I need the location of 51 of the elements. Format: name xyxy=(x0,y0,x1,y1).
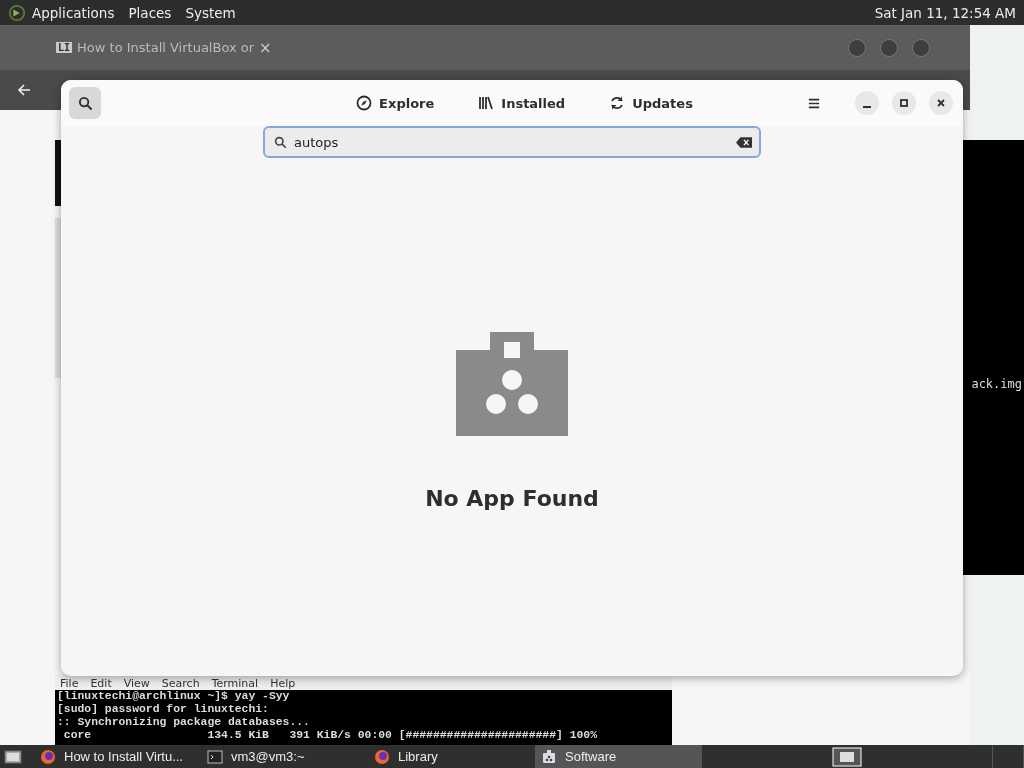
minimize-button[interactable] xyxy=(855,91,879,115)
empty-state-title: No App Found xyxy=(425,486,599,511)
view-tab[interactable]: Explore xyxy=(342,89,449,117)
shopping-bag-icon xyxy=(456,332,568,436)
refresh-icon xyxy=(609,95,626,111)
library-icon xyxy=(478,95,495,111)
workspace-icon[interactable] xyxy=(832,746,862,767)
taskbar-button[interactable]: Software xyxy=(535,745,702,768)
menu-icon[interactable] xyxy=(808,97,820,109)
terminal-line: [sudo] password for linuxtechi: xyxy=(57,703,270,716)
shopping-bag-icon xyxy=(541,748,557,765)
view-tab[interactable]: Updates xyxy=(595,89,707,117)
terminal-icon xyxy=(207,748,223,765)
favicon: LI xyxy=(56,42,73,53)
browser-tab[interactable]: LI How to Install VirtualBox or × xyxy=(56,38,272,57)
view-tab[interactable]: Installed xyxy=(464,89,580,117)
panel-menu[interactable]: Applications xyxy=(32,4,115,21)
tab-close-button[interactable]: × xyxy=(259,38,272,57)
compass-icon xyxy=(356,95,373,111)
menu-item[interactable]: Terminal xyxy=(211,677,259,690)
minimize-icon xyxy=(863,106,871,108)
close-button[interactable] xyxy=(929,91,953,115)
menu-item[interactable]: Help xyxy=(270,677,296,690)
taskbar-button[interactable]: How to Install Virtu... xyxy=(34,745,201,768)
panel-menu[interactable]: System xyxy=(185,4,236,21)
clock[interactable]: Sat Jan 11, 12:54 AM xyxy=(874,4,1016,21)
back-arrow-icon[interactable] xyxy=(16,82,32,98)
taskbar-button[interactable]: Library xyxy=(368,745,535,768)
menu-item[interactable]: File xyxy=(60,677,79,690)
browser-icon xyxy=(40,748,56,765)
menu-item[interactable]: Edit xyxy=(90,677,112,690)
close-icon xyxy=(936,98,946,108)
terminal-output: ack.img xyxy=(971,376,1023,391)
panel-menu[interactable]: Places xyxy=(128,4,172,21)
search-field[interactable]: autops xyxy=(263,126,761,158)
menu-item[interactable]: Search xyxy=(161,677,200,690)
tab-title: How to Install VirtualBox or xyxy=(77,40,255,55)
maximize-icon xyxy=(899,98,909,108)
search-icon xyxy=(274,136,287,149)
search-icon xyxy=(77,95,93,111)
browser-icon xyxy=(374,748,390,765)
terminal-line: [linuxtechi@archlinux ~]$ yay -Syy xyxy=(57,690,291,703)
search-button[interactable] xyxy=(69,87,101,119)
menu-item[interactable]: View xyxy=(123,677,150,690)
show-desktop-icon[interactable] xyxy=(4,748,22,765)
terminal-line: :: Synchronizing package databases... xyxy=(57,716,311,729)
terminal-line: core 134.5 KiB 391 KiB/s 00:00 [######################] 100% xyxy=(62,729,598,742)
taskbar-button[interactable]: vm3@vm3:~ xyxy=(201,745,368,768)
maximize-button[interactable] xyxy=(892,91,916,115)
distro-logo-icon[interactable] xyxy=(8,3,26,22)
clear-icon[interactable] xyxy=(736,137,752,148)
